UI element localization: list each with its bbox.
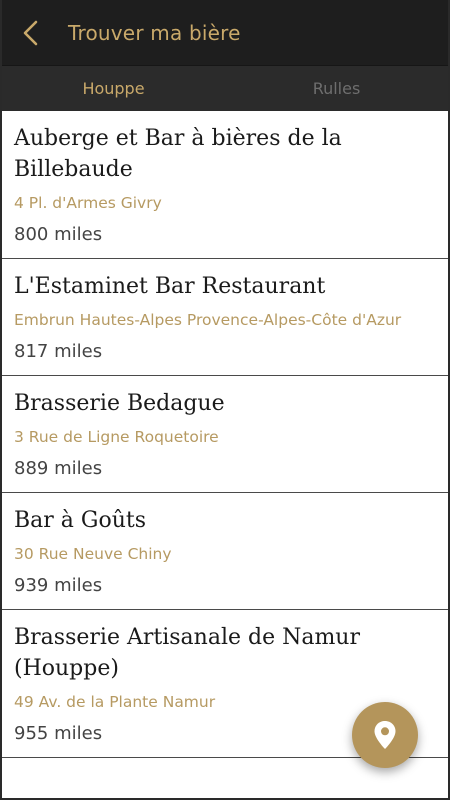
list-item[interactable]: L'Estaminet Bar Restaurant Embrun Hautes… (2, 259, 448, 376)
bar-name: L'Estaminet Bar Restaurant (14, 274, 326, 299)
tab-rulles[interactable]: Rulles (225, 66, 448, 111)
bar-distance: 817 miles (14, 341, 103, 362)
results-list: Auberge et Bar à bières de la Billebaude… (2, 111, 448, 758)
bar-name: Auberge et Bar à bières de la Billebaude (14, 126, 342, 182)
page-title: Trouver ma bière (68, 20, 241, 45)
list-item[interactable]: Bar à Goûts 30 Rue Neuve Chiny 939 miles (2, 493, 448, 610)
list-item[interactable]: Auberge et Bar à bières de la Billebaude… (2, 111, 448, 259)
map-fab-button[interactable] (352, 702, 418, 768)
bar-name: Bar à Goûts (14, 508, 147, 533)
app-screen: Trouver ma bière Houppe Rulles Auberge e… (0, 0, 450, 800)
bar-address: Embrun Hautes-Alpes Provence-Alpes-Côte … (14, 311, 402, 329)
tab-houppe[interactable]: Houppe (2, 66, 225, 111)
bar-address: 4 Pl. d'Armes Givry (14, 194, 162, 212)
bar-name: Brasserie Artisanale de Namur (Houppe) (14, 625, 360, 681)
app-bar: Trouver ma bière (2, 0, 448, 65)
bar-distance: 889 miles (14, 458, 103, 479)
bar-address: 30 Rue Neuve Chiny (14, 545, 172, 563)
map-pin-icon (374, 721, 396, 749)
bar-address: 3 Rue de Ligne Roquetoire (14, 428, 219, 446)
bar-name: Brasserie Bedague (14, 391, 225, 416)
bar-distance: 800 miles (14, 224, 103, 245)
list-item[interactable]: Brasserie Bedague 3 Rue de Ligne Roqueto… (2, 376, 448, 493)
tab-bar: Houppe Rulles (2, 65, 448, 111)
back-button[interactable] (20, 15, 56, 51)
chevron-left-icon (23, 20, 38, 45)
bar-distance: 939 miles (14, 575, 103, 596)
